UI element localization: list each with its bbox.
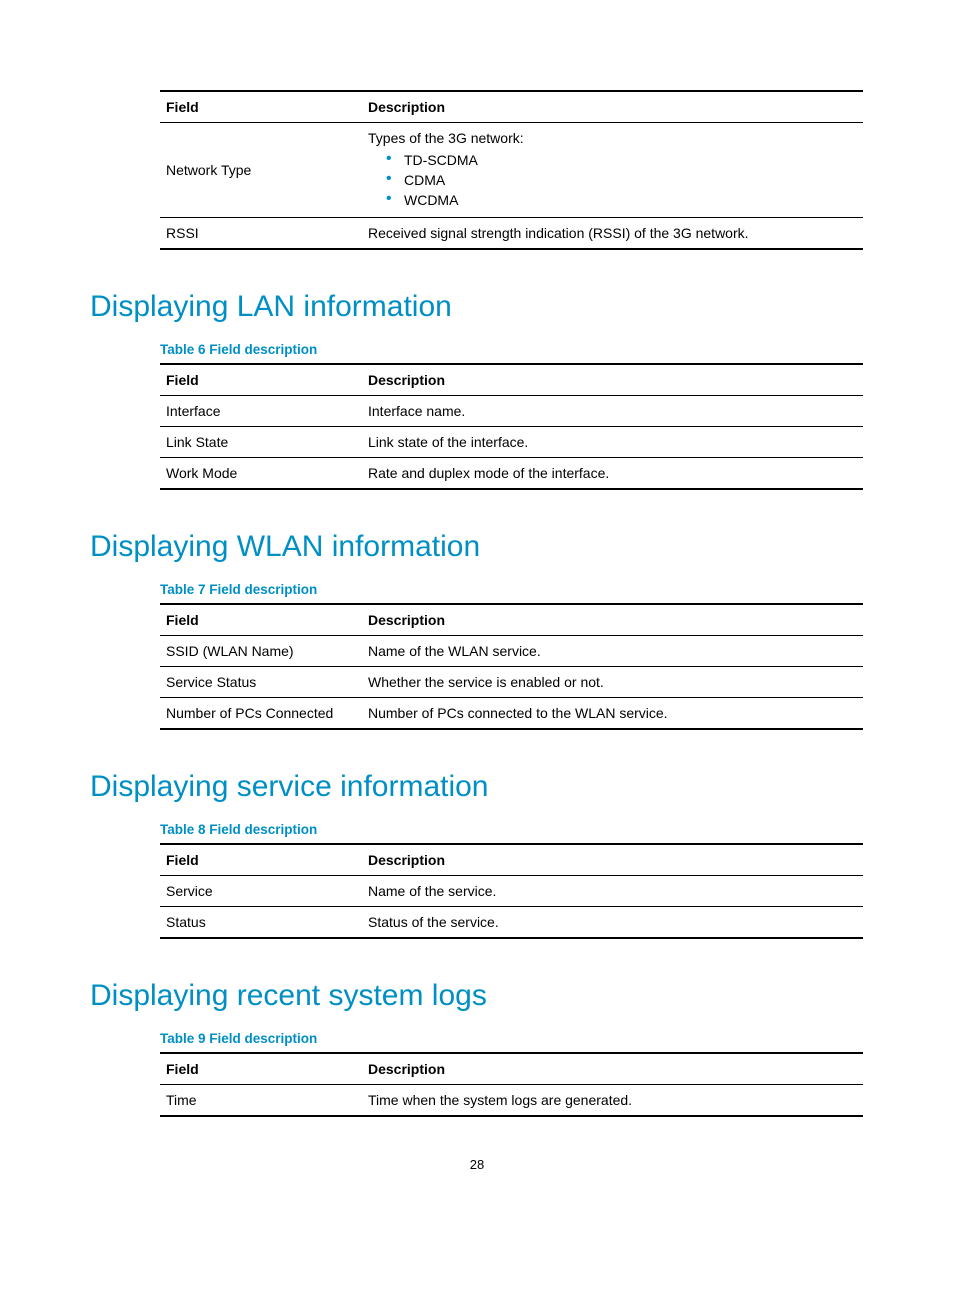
section-heading-service: Displaying service information [90, 770, 864, 804]
cell-field: Status [160, 907, 362, 939]
table-row: Service Name of the service. [160, 876, 863, 907]
table-row: Link State Link state of the interface. [160, 427, 863, 458]
table-caption-8: Table 8 Field description [160, 822, 864, 837]
table-caption-9: Table 9 Field description [160, 1031, 864, 1046]
table-row: Network Type Types of the 3G network: TD… [160, 123, 863, 218]
page-number: 28 [90, 1157, 864, 1172]
table-header-field: Field [160, 844, 362, 876]
cell-field: Service [160, 876, 362, 907]
bullet-item: CDMA [386, 170, 857, 190]
table-header-description: Description [362, 1053, 863, 1085]
cell-description: Types of the 3G network: TD-SCDMA CDMA W… [362, 123, 863, 218]
cell-description: Time when the system logs are generated. [362, 1085, 863, 1117]
bullet-item: TD-SCDMA [386, 150, 857, 170]
cell-description: Link state of the interface. [362, 427, 863, 458]
table-header-description: Description [362, 604, 863, 636]
table-header-description: Description [362, 364, 863, 396]
top-table-header-description: Description [362, 91, 863, 123]
top-table-header-field: Field [160, 91, 362, 123]
cell-description: Rate and duplex mode of the interface. [362, 458, 863, 490]
table-7: Field Description SSID (WLAN Name) Name … [160, 603, 863, 730]
table-9: Field Description Time Time when the sys… [160, 1052, 863, 1117]
table-row: Work Mode Rate and duplex mode of the in… [160, 458, 863, 490]
cell-description: Interface name. [362, 396, 863, 427]
cell-field: Number of PCs Connected [160, 698, 362, 730]
cell-description: Name of the WLAN service. [362, 636, 863, 667]
table-header-description: Description [362, 844, 863, 876]
section-heading-wlan: Displaying WLAN information [90, 530, 864, 564]
table-caption-6: Table 6 Field description [160, 342, 864, 357]
cell-field: Link State [160, 427, 362, 458]
table-8: Field Description Service Name of the se… [160, 843, 863, 939]
table-6: Field Description Interface Interface na… [160, 363, 863, 490]
table-caption-7: Table 7 Field description [160, 582, 864, 597]
table-row: Time Time when the system logs are gener… [160, 1085, 863, 1117]
table-row: Number of PCs Connected Number of PCs co… [160, 698, 863, 730]
cell-description: Number of PCs connected to the WLAN serv… [362, 698, 863, 730]
bullet-item: WCDMA [386, 190, 857, 210]
cell-field: SSID (WLAN Name) [160, 636, 362, 667]
cell-description: Received signal strength indication (RSS… [362, 218, 863, 250]
table-header-field: Field [160, 604, 362, 636]
cell-field: RSSI [160, 218, 362, 250]
table-row: Interface Interface name. [160, 396, 863, 427]
cell-field: Network Type [160, 123, 362, 218]
desc-intro: Types of the 3G network: [368, 130, 857, 146]
cell-description: Whether the service is enabled or not. [362, 667, 863, 698]
cell-field: Time [160, 1085, 362, 1117]
table-header-field: Field [160, 364, 362, 396]
table-row: SSID (WLAN Name) Name of the WLAN servic… [160, 636, 863, 667]
top-table: Field Description Network Type Types of … [160, 90, 863, 250]
table-row: Service Status Whether the service is en… [160, 667, 863, 698]
bullet-list: TD-SCDMA CDMA WCDMA [386, 150, 857, 210]
section-heading-logs: Displaying recent system logs [90, 979, 864, 1013]
cell-description: Status of the service. [362, 907, 863, 939]
cell-description: Name of the service. [362, 876, 863, 907]
section-heading-lan: Displaying LAN information [90, 290, 864, 324]
table-row: Status Status of the service. [160, 907, 863, 939]
cell-field: Service Status [160, 667, 362, 698]
cell-field: Work Mode [160, 458, 362, 490]
cell-field: Interface [160, 396, 362, 427]
table-header-field: Field [160, 1053, 362, 1085]
table-row: RSSI Received signal strength indication… [160, 218, 863, 250]
